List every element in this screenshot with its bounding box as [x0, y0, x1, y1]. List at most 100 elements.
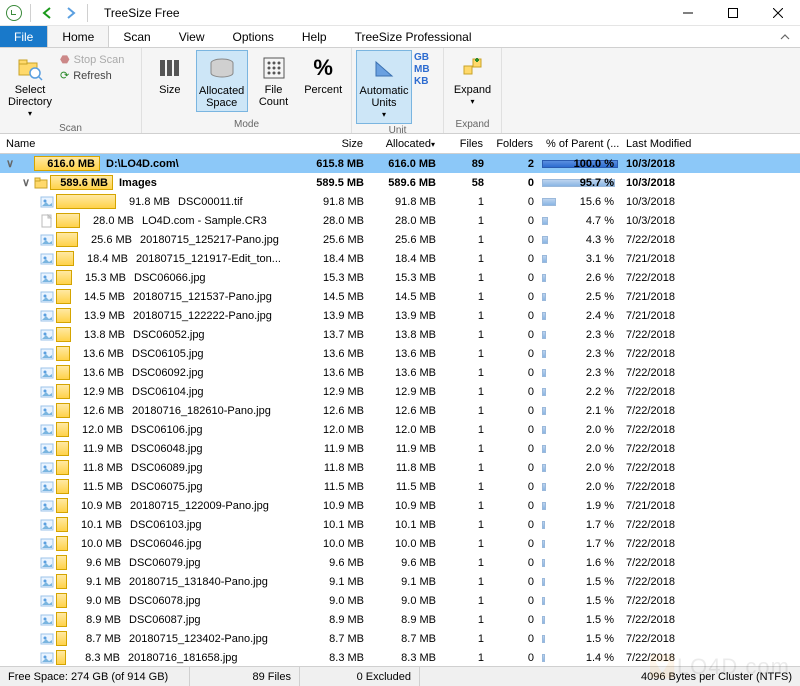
row-name: DSC06079.jpg: [129, 557, 201, 569]
image-icon: [40, 613, 54, 627]
expand-button[interactable]: Expand▾: [448, 50, 497, 110]
size-bar: [56, 479, 69, 494]
row-name: DSC06066.jpg: [134, 272, 206, 284]
size-bar: [56, 308, 71, 323]
col-modified[interactable]: Last Modified: [620, 138, 700, 150]
col-files[interactable]: Files: [442, 138, 490, 150]
app-icon: [6, 5, 22, 21]
tree-row-file[interactable]: 10.1 MBDSC06103.jpg10.1 MB10.1 MB101.7 %…: [0, 515, 800, 534]
group-label-scan: Scan: [4, 122, 137, 135]
nav-back-button[interactable]: [39, 4, 57, 22]
row-name: 20180715_122222-Pano.jpg: [133, 310, 272, 322]
tab-options[interactable]: Options: [219, 26, 288, 47]
row-name: 20180715_131840-Pano.jpg: [129, 576, 268, 588]
tree-row-file[interactable]: 18.4 MB20180715_121917-Edit_ton...18.4 M…: [0, 249, 800, 268]
select-directory-button[interactable]: Select Directory▾: [4, 50, 56, 122]
refresh-icon: ⟳: [60, 69, 69, 82]
size-bar: [56, 460, 69, 475]
tab-scan[interactable]: Scan: [109, 26, 164, 47]
status-excluded: 0 Excluded: [300, 667, 420, 686]
tree-row-file[interactable]: 12.0 MBDSC06106.jpg12.0 MB12.0 MB102.0 %…: [0, 420, 800, 439]
row-name: DSC06104.jpg: [132, 386, 204, 398]
col-folders[interactable]: Folders: [490, 138, 540, 150]
tree-row-file[interactable]: 13.6 MBDSC06092.jpg13.6 MB13.6 MB102.3 %…: [0, 363, 800, 382]
tab-treesize-pro[interactable]: TreeSize Professional: [341, 26, 486, 47]
disk-icon: [208, 55, 236, 83]
tree-row-file[interactable]: 91.8 MBDSC00011.tif91.8 MB91.8 MB1015.6 …: [0, 192, 800, 211]
tree-row-file[interactable]: 10.0 MBDSC06046.jpg10.0 MB10.0 MB101.7 %…: [0, 534, 800, 553]
row-name: 20180715_123402-Pano.jpg: [129, 633, 268, 645]
tree-row-file[interactable]: 8.7 MB20180715_123402-Pano.jpg8.7 MB8.7 …: [0, 629, 800, 648]
mode-filecount-button[interactable]: File Count: [250, 50, 298, 110]
tree-row-file[interactable]: 14.5 MB20180715_121537-Pano.jpg14.5 MB14…: [0, 287, 800, 306]
tree-row-file[interactable]: 15.3 MBDSC06066.jpg15.3 MB15.3 MB102.6 %…: [0, 268, 800, 287]
row-name: 20180715_122009-Pano.jpg: [130, 500, 269, 512]
nav-forward-button[interactable]: [61, 4, 79, 22]
expand-toggle[interactable]: ∨: [20, 176, 32, 189]
status-cluster: 4096 Bytes per Cluster (NTFS): [420, 667, 800, 686]
column-headers: Name Size Allocated▾ Files Folders % of …: [0, 134, 800, 154]
tree-row-file[interactable]: 13.9 MB20180715_122222-Pano.jpg13.9 MB13…: [0, 306, 800, 325]
tree-row-file[interactable]: 11.9 MBDSC06048.jpg11.9 MB11.9 MB102.0 %…: [0, 439, 800, 458]
tree-row-file[interactable]: 28.0 MBLO4D.com - Sample.CR328.0 MB28.0 …: [0, 211, 800, 230]
tree-row-file[interactable]: 11.5 MBDSC06075.jpg11.5 MB11.5 MB102.0 %…: [0, 477, 800, 496]
tab-home[interactable]: Home: [47, 26, 109, 47]
row-name: DSC06089.jpg: [131, 462, 203, 474]
collapse-ribbon-button[interactable]: [770, 26, 800, 47]
mode-size-button[interactable]: Size: [146, 50, 194, 98]
tree-row-file[interactable]: 11.8 MBDSC06089.jpg11.8 MB11.8 MB102.0 %…: [0, 458, 800, 477]
image-icon: [40, 594, 54, 608]
row-name: LO4D.com - Sample.CR3: [142, 215, 267, 227]
tree-row-file[interactable]: 13.6 MBDSC06105.jpg13.6 MB13.6 MB102.3 %…: [0, 344, 800, 363]
row-name: Images: [119, 177, 157, 189]
stop-scan-button[interactable]: ⬣Stop Scan: [58, 52, 126, 67]
col-allocated[interactable]: Allocated▾: [370, 138, 442, 150]
tree-row-root[interactable]: ∨ 616.0 MB D:\LO4D.com\ 615.8 MB 616.0 M…: [0, 154, 800, 173]
tree-row-file[interactable]: 13.8 MBDSC06052.jpg13.7 MB13.8 MB102.3 %…: [0, 325, 800, 344]
mode-allocated-button[interactable]: Allocated Space: [196, 50, 248, 112]
tree-row-file[interactable]: 9.0 MBDSC06078.jpg9.0 MB9.0 MB101.5 %7/2…: [0, 591, 800, 610]
file-menu[interactable]: File: [0, 26, 47, 47]
close-button[interactable]: [755, 0, 800, 26]
tree-row-file[interactable]: 25.6 MB20180715_125217-Pano.jpg25.6 MB25…: [0, 230, 800, 249]
status-files: 89 Files: [190, 667, 300, 686]
size-bar: [56, 593, 67, 608]
col-percent[interactable]: % of Parent (...: [540, 138, 620, 150]
tree-row-file[interactable]: 8.9 MBDSC06087.jpg8.9 MB8.9 MB101.5 %7/2…: [0, 610, 800, 629]
unit-mb-button[interactable]: MB: [414, 64, 430, 75]
col-size[interactable]: Size: [300, 138, 370, 150]
mode-percent-button[interactable]: % Percent: [299, 50, 347, 98]
tab-help[interactable]: Help: [288, 26, 341, 47]
size-bar: [56, 574, 67, 589]
refresh-button[interactable]: ⟳Refresh: [58, 68, 126, 83]
expand-toggle[interactable]: ∨: [4, 157, 16, 170]
tree-row-file[interactable]: 9.6 MBDSC06079.jpg9.6 MB9.6 MB101.6 %7/2…: [0, 553, 800, 572]
tree-row-file[interactable]: 10.9 MB20180715_122009-Pano.jpg10.9 MB10…: [0, 496, 800, 515]
image-icon: [40, 651, 54, 665]
row-name: DSC06103.jpg: [130, 519, 202, 531]
size-bar: [56, 232, 78, 247]
unit-automatic-button[interactable]: Automatic Units▾: [356, 50, 412, 124]
minimize-button[interactable]: [665, 0, 710, 26]
tree-row-file[interactable]: 8.3 MB20180716_181658.jpg8.3 MB8.3 MB101…: [0, 648, 800, 667]
tree-row-file[interactable]: 12.6 MB20180716_182610-Pano.jpg12.6 MB12…: [0, 401, 800, 420]
size-bar: [56, 384, 70, 399]
tree-row-file[interactable]: 9.1 MB20180715_131840-Pano.jpg9.1 MB9.1 …: [0, 572, 800, 591]
size-bar: [56, 289, 71, 304]
size-bar: [56, 555, 67, 570]
col-name[interactable]: Name: [0, 138, 300, 150]
tree-row-file[interactable]: 12.9 MBDSC06104.jpg12.9 MB12.9 MB102.2 %…: [0, 382, 800, 401]
status-free-space: Free Space: 274 GB (of 914 GB): [0, 667, 190, 686]
image-icon: [40, 195, 54, 209]
row-name: DSC06105.jpg: [132, 348, 204, 360]
maximize-button[interactable]: [710, 0, 755, 26]
unit-gb-button[interactable]: GB: [414, 52, 430, 63]
tab-view[interactable]: View: [165, 26, 219, 47]
image-icon: [40, 271, 54, 285]
unit-kb-button[interactable]: KB: [414, 76, 430, 87]
row-name: DSC06087.jpg: [129, 614, 201, 626]
image-icon: [40, 556, 54, 570]
size-bar: 589.6 MB: [50, 175, 113, 190]
tree-row-folder[interactable]: ∨ 589.6 MB Images 589.5 MB 589.6 MB 58 0…: [0, 173, 800, 192]
status-bar: Free Space: 274 GB (of 914 GB) 89 Files …: [0, 666, 800, 686]
